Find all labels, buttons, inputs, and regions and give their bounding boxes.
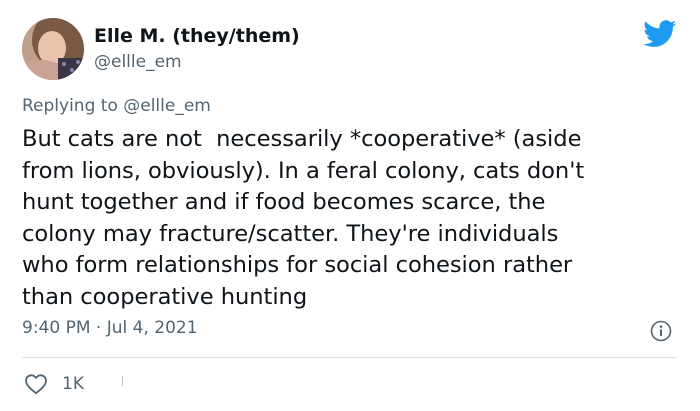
divider	[22, 357, 677, 358]
replying-to-label: Replying to	[22, 96, 124, 116]
tweet-card: Elle M. (they/them) @ellle_em Replying t…	[0, 0, 700, 411]
user-handle[interactable]: @ellle_em	[94, 52, 182, 72]
display-name[interactable]: Elle M. (they/them)	[94, 25, 300, 47]
tweet-timestamp[interactable]: 9:40 PM · Jul 4, 2021	[22, 318, 198, 338]
like-count: 1K	[62, 374, 84, 394]
twitter-bird-icon[interactable]	[643, 20, 677, 48]
avatar[interactable]	[22, 18, 84, 80]
like-button[interactable]: 1K	[24, 372, 84, 396]
heart-icon[interactable]	[24, 373, 48, 395]
reply-mention-link[interactable]: @ellle_em	[123, 96, 211, 116]
info-icon[interactable]	[650, 320, 672, 342]
action-separator	[122, 376, 123, 386]
replying-to-line: Replying to @ellle_em	[22, 96, 211, 116]
tweet-text: But cats are not necessarily *cooperativ…	[22, 126, 585, 310]
